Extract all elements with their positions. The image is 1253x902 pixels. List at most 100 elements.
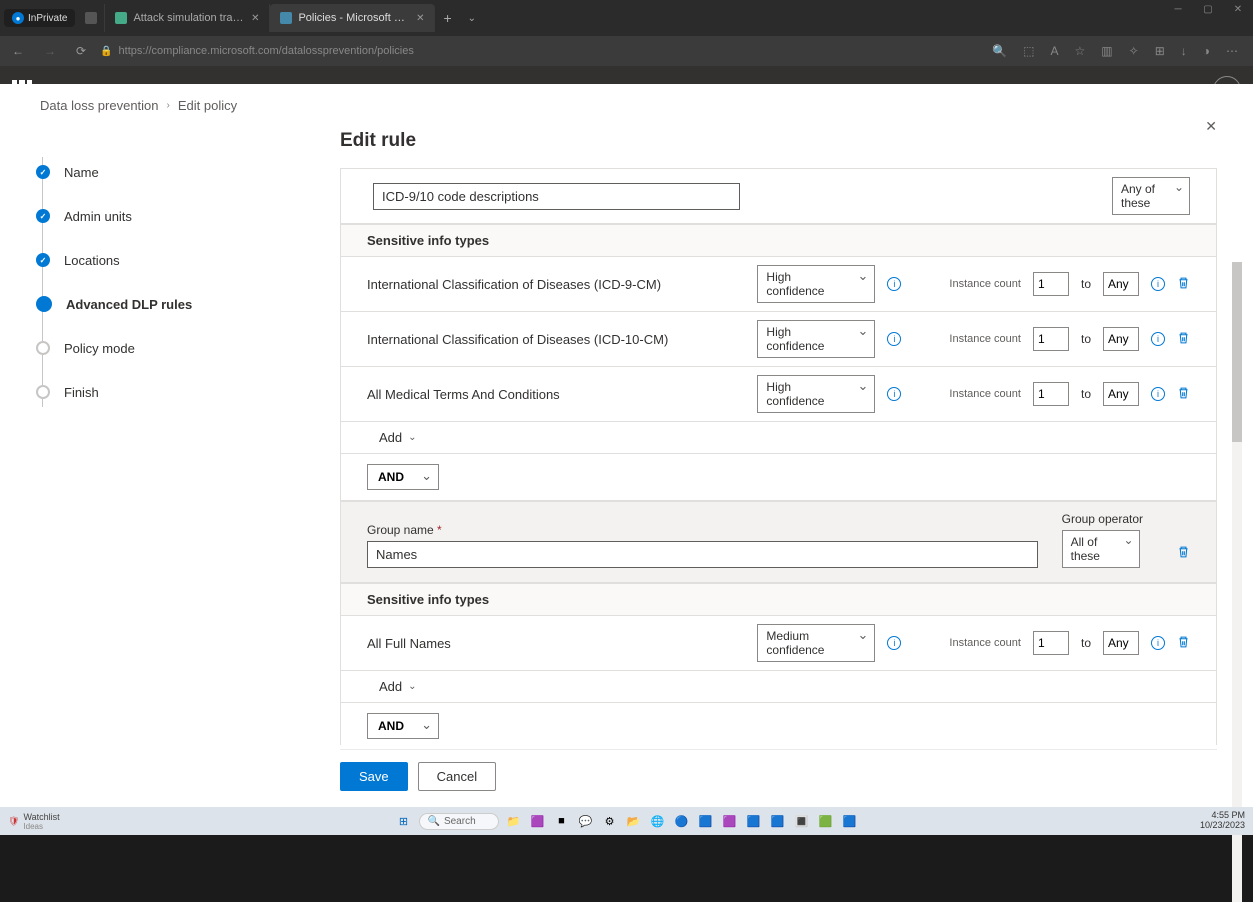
info-icon[interactable]: i xyxy=(887,277,901,291)
taskbar-app-6[interactable]: 📂 xyxy=(625,812,643,830)
account-icon[interactable]: ◑ xyxy=(1200,42,1213,60)
to-label: to xyxy=(1081,332,1091,346)
info-icon[interactable]: i xyxy=(1151,277,1165,291)
taskbar-app-8[interactable]: 🔵 xyxy=(673,812,691,830)
close-panel-button[interactable]: ✕ xyxy=(1205,118,1217,135)
instance-count-high[interactable] xyxy=(1103,382,1139,406)
delete-sit-button[interactable] xyxy=(1177,635,1190,652)
taskbar-app-11[interactable]: 🟦 xyxy=(745,812,763,830)
back-button[interactable]: ← xyxy=(6,42,30,60)
instance-count-low[interactable] xyxy=(1033,382,1069,406)
group-2-operator-select[interactable]: All of these xyxy=(1062,530,1140,568)
step-advanced-dlp-rules[interactable]: Advanced DLP rules xyxy=(36,282,316,326)
step-admin-units[interactable]: Admin units xyxy=(36,194,316,238)
taskbar-app-2[interactable]: 🟪 xyxy=(529,812,547,830)
taskbar-app-14[interactable]: 🟩 xyxy=(817,812,835,830)
read-aloud-icon[interactable]: ⬚ xyxy=(1020,42,1037,60)
zoom-icon[interactable]: 🔍 xyxy=(989,42,1010,60)
breadcrumb-item-1[interactable]: Data loss prevention xyxy=(40,98,159,113)
step-policy-mode[interactable]: Policy mode xyxy=(36,326,316,370)
instance-count-label: Instance count xyxy=(949,388,1021,400)
a-icon[interactable]: A xyxy=(1048,42,1062,60)
step-future-icon xyxy=(36,341,50,355)
news-title[interactable]: Watchlist xyxy=(23,812,59,822)
sit-name: International Classification of Diseases… xyxy=(367,332,668,347)
split-icon[interactable]: ▥ xyxy=(1098,42,1115,60)
info-icon[interactable]: i xyxy=(887,387,901,401)
step-finish[interactable]: Finish xyxy=(36,370,316,414)
operator-select[interactable]: AND xyxy=(367,713,439,739)
taskbar-app-4[interactable]: 💬 xyxy=(577,812,595,830)
browser-tab-2[interactable]: Policies - Microsoft Purview ✕ xyxy=(270,4,435,32)
info-icon[interactable]: i xyxy=(1151,332,1165,346)
add-sit-button[interactable]: Add ⌄ xyxy=(373,679,417,694)
address-bar[interactable]: 🔒 https://compliance.microsoft.com/datal… xyxy=(100,45,981,57)
add-sit-button[interactable]: Add ⌄ xyxy=(373,430,417,445)
instance-count-low[interactable] xyxy=(1033,327,1069,351)
delete-sit-button[interactable] xyxy=(1177,331,1190,348)
confidence-select[interactable]: High confidence xyxy=(757,265,875,303)
downloads-icon[interactable]: ↓ xyxy=(1178,42,1190,60)
taskbar-app-15[interactable]: 🟦 xyxy=(841,812,859,830)
instance-count-high[interactable] xyxy=(1103,272,1139,296)
sit-row-fullnames: All Full Names Medium confidence i Insta… xyxy=(340,616,1217,671)
instance-count-low[interactable] xyxy=(1033,631,1069,655)
taskbar-app-7[interactable]: 🌐 xyxy=(649,812,667,830)
close-icon[interactable]: ✕ xyxy=(416,13,424,24)
group-1-operator-select[interactable]: Any of these xyxy=(1112,177,1190,215)
taskbar-app-12[interactable]: 🟦 xyxy=(769,812,787,830)
cancel-button[interactable]: Cancel xyxy=(418,762,496,791)
taskbar-date[interactable]: 10/23/2023 xyxy=(1200,821,1245,831)
taskbar-app-3[interactable]: ■ xyxy=(553,812,571,830)
info-icon[interactable]: i xyxy=(1151,387,1165,401)
taskbar-app-9[interactable]: 🟦 xyxy=(697,812,715,830)
taskbar-app-13[interactable]: 🔳 xyxy=(793,812,811,830)
to-label: to xyxy=(1081,277,1091,291)
info-icon[interactable]: i xyxy=(1151,636,1165,650)
delete-sit-button[interactable] xyxy=(1177,276,1190,293)
scrollbar-thumb[interactable] xyxy=(1232,262,1242,442)
add-sit-row-2: Add ⌄ xyxy=(340,671,1217,703)
confidence-select[interactable]: Medium confidence xyxy=(757,624,875,662)
chevron-down-icon: ⌄ xyxy=(408,681,416,692)
group-1-name-input[interactable] xyxy=(373,183,740,210)
new-tab-button[interactable]: + xyxy=(435,10,459,26)
group-name-label: Group name xyxy=(367,523,434,537)
confidence-select[interactable]: High confidence xyxy=(757,375,875,413)
confidence-select[interactable]: High confidence xyxy=(757,320,875,358)
taskbar-app-10[interactable]: 🟪 xyxy=(721,812,739,830)
tab-actions-chevron[interactable]: ⌄ xyxy=(460,13,484,24)
sit-row-icd9: International Classification of Diseases… xyxy=(340,257,1217,312)
window-close[interactable]: ✕ xyxy=(1223,0,1253,18)
step-name[interactable]: Name xyxy=(36,150,316,194)
news-icon[interactable]: 🛡 xyxy=(8,816,19,827)
info-icon[interactable]: i xyxy=(887,636,901,650)
start-button[interactable]: ⊞ xyxy=(395,812,413,830)
more-icon[interactable]: ⋯ xyxy=(1223,42,1241,60)
instance-count-high[interactable] xyxy=(1103,631,1139,655)
save-button[interactable]: Save xyxy=(340,762,408,791)
refresh-button[interactable]: ⟳ xyxy=(70,42,92,60)
browser-tab-workspaces[interactable] xyxy=(79,4,105,32)
step-locations[interactable]: Locations xyxy=(36,238,316,282)
info-icon[interactable]: i xyxy=(887,332,901,346)
instance-count-high[interactable] xyxy=(1103,327,1139,351)
collections-icon[interactable]: ✧ xyxy=(1126,42,1142,60)
taskbar-app-1[interactable]: 📁 xyxy=(505,812,523,830)
window-minimize[interactable]: ─ xyxy=(1163,0,1193,18)
extensions-icon[interactable]: ⊞ xyxy=(1152,42,1168,60)
instance-count-low[interactable] xyxy=(1033,272,1069,296)
close-icon[interactable]: ✕ xyxy=(251,13,259,24)
delete-group-button[interactable] xyxy=(1177,545,1190,562)
taskbar-app-5[interactable]: ⚙ xyxy=(601,812,619,830)
window-maximize[interactable]: ▢ xyxy=(1193,0,1223,18)
taskbar-search[interactable]: 🔍 Search xyxy=(419,813,499,830)
operator-select[interactable]: AND xyxy=(367,464,439,490)
favorite-icon[interactable]: ☆ xyxy=(1072,42,1089,60)
to-label: to xyxy=(1081,636,1091,650)
required-asterisk: * xyxy=(437,523,442,537)
browser-tab-1[interactable]: Attack simulation training - Mic ✕ xyxy=(105,4,270,32)
delete-sit-button[interactable] xyxy=(1177,386,1190,403)
breadcrumb-item-2: Edit policy xyxy=(178,98,237,113)
group-2-name-input[interactable] xyxy=(367,541,1038,568)
